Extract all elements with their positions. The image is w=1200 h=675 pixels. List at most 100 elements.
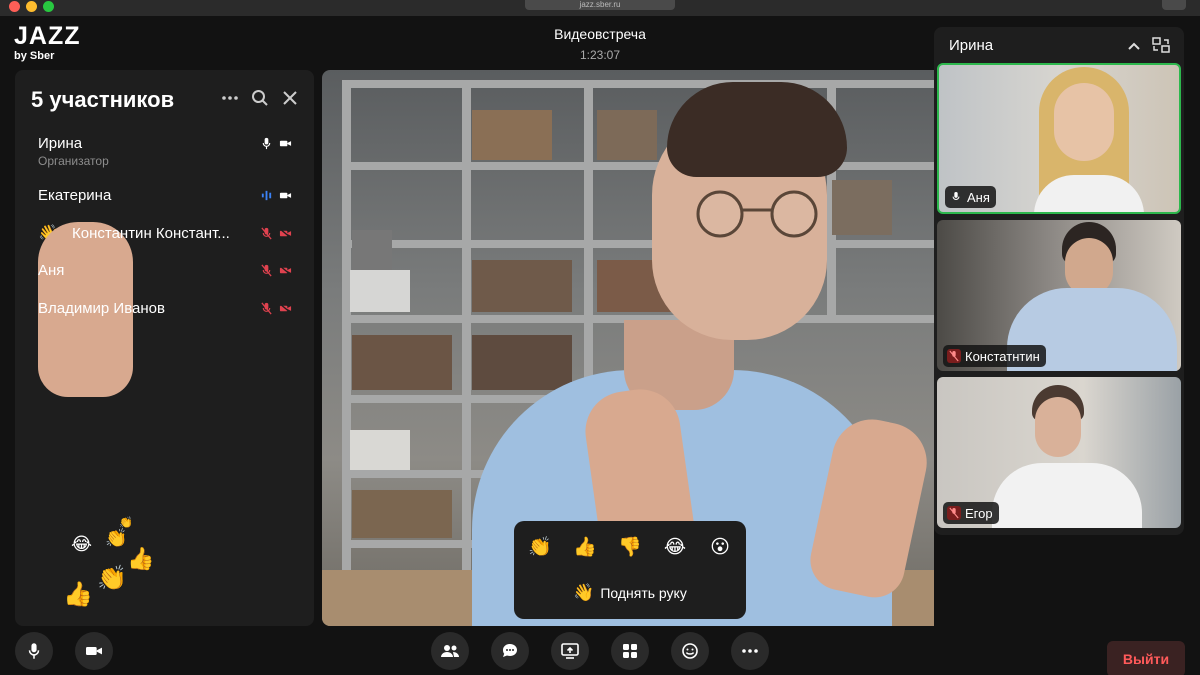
floating-reaction: 👏 xyxy=(105,528,128,548)
side-video-panel: Ирина Аня Констатнтин Егор xyxy=(934,27,1184,535)
books xyxy=(472,260,572,312)
microphone-off-icon xyxy=(261,227,272,239)
microphone-icon xyxy=(262,137,271,150)
tile-label: Констатнтин xyxy=(943,345,1046,367)
video-tile[interactable]: Егор xyxy=(937,377,1181,528)
tile-participant-name: Егор xyxy=(965,505,993,521)
floating-reaction: 👍 xyxy=(63,581,93,608)
speaking-indicator-icon xyxy=(261,190,272,201)
raise-hand-icon: 👋 xyxy=(573,583,595,602)
person-hair xyxy=(667,82,847,177)
participant-row[interactable]: Екатерина xyxy=(15,184,314,222)
camera-icon xyxy=(279,140,292,147)
minimize-window-button[interactable] xyxy=(26,1,37,12)
camera-icon xyxy=(279,192,292,199)
side-panel-header: Ирина xyxy=(949,37,994,54)
raise-hand-button[interactable]: 👋 Поднять руку xyxy=(514,583,746,603)
participant-face xyxy=(1054,83,1114,161)
bookshelf xyxy=(342,162,934,170)
close-window-button[interactable] xyxy=(9,1,20,12)
bookshelf xyxy=(342,80,351,570)
participants-list: Ирина Организатор Екатерина 👋 Константин… xyxy=(15,132,314,397)
participant-status xyxy=(260,189,292,202)
participant-clothes xyxy=(992,463,1142,528)
participant-status xyxy=(260,227,292,240)
zoom-window-button[interactable] xyxy=(43,1,54,12)
reactions-popup: 👏 👍 👎 😂 😮 👋 Поднять руку xyxy=(514,521,746,619)
swap-layout-icon[interactable] xyxy=(1152,37,1170,53)
books xyxy=(352,335,452,390)
reaction-row: 👏 👍 👎 😂 😮 xyxy=(524,535,736,561)
floating-reaction: 👍 xyxy=(127,546,155,571)
bookshelf xyxy=(342,80,934,88)
tile-participant-name: Констатнтин xyxy=(965,348,1040,364)
tile-participant-name: Аня xyxy=(967,189,990,205)
raise-hand-label: Поднять руку xyxy=(600,585,687,601)
books xyxy=(472,335,572,390)
video-tile[interactable]: Аня xyxy=(937,63,1181,214)
screen-share-icon xyxy=(561,643,579,659)
laugh-reaction-button[interactable]: 😂 xyxy=(659,535,691,561)
chat-icon xyxy=(503,644,517,657)
chat-button[interactable] xyxy=(491,632,529,670)
more-button[interactable] xyxy=(731,632,769,670)
participant-status xyxy=(260,137,292,150)
participant-row[interactable]: 👋 Константин Констант... xyxy=(15,221,314,397)
emoji-icon xyxy=(682,643,698,659)
url-bar[interactable]: jazz.sber.ru xyxy=(525,0,675,10)
bookshelf xyxy=(342,240,934,248)
window-action-button[interactable] xyxy=(1162,0,1186,10)
camera-icon xyxy=(86,647,102,655)
floating-reaction: 👏 xyxy=(119,517,133,529)
participant-face xyxy=(1035,397,1081,457)
more-icon xyxy=(742,649,758,653)
camera-button[interactable] xyxy=(75,632,113,670)
microphone-icon xyxy=(949,190,963,204)
panel-actions xyxy=(220,88,300,108)
microphone-off-icon xyxy=(947,506,961,520)
layout-button[interactable] xyxy=(611,632,649,670)
floating-reaction: 😂 xyxy=(71,534,93,554)
storage-box xyxy=(350,430,410,470)
books xyxy=(352,230,392,275)
camera-off-icon xyxy=(279,227,292,239)
microphone-off-icon xyxy=(947,349,961,363)
video-tile[interactable]: Констатнтин xyxy=(937,220,1181,371)
surprised-reaction-button[interactable]: 😮 xyxy=(704,535,736,561)
books xyxy=(832,180,892,235)
participants-button[interactable] xyxy=(431,632,469,670)
more-options-icon[interactable] xyxy=(220,88,240,108)
bookshelf xyxy=(462,80,471,570)
participant-row[interactable]: Ирина Организатор xyxy=(15,132,314,184)
thumbs-up-reaction-button[interactable]: 👍 xyxy=(569,535,601,561)
chevron-up-icon[interactable] xyxy=(1128,37,1140,53)
books xyxy=(597,110,657,160)
microphone-off-icon xyxy=(261,302,272,314)
clap-reaction-button[interactable]: 👏 xyxy=(524,535,556,561)
participant-status xyxy=(260,264,292,277)
window-titlebar: jazz.sber.ru xyxy=(0,0,1200,16)
thumbs-down-reaction-button[interactable]: 👎 xyxy=(614,535,646,561)
participant-row[interactable]: Владимир Иванов xyxy=(15,297,314,335)
participant-status xyxy=(260,302,292,315)
tile-label: Егор xyxy=(943,502,999,524)
close-icon[interactable] xyxy=(280,88,300,108)
microphone-button[interactable] xyxy=(15,632,53,670)
participant-row[interactable]: Аня xyxy=(15,259,314,297)
screen-share-button[interactable] xyxy=(551,632,589,670)
books xyxy=(352,490,452,538)
tile-label: Аня xyxy=(945,186,996,208)
books xyxy=(472,110,552,160)
participants-count-title: 5 участников xyxy=(31,87,175,112)
search-icon[interactable] xyxy=(250,88,270,108)
microphone-off-icon xyxy=(261,264,272,277)
participants-icon xyxy=(441,645,459,657)
leave-button[interactable]: Выйти xyxy=(1107,641,1185,675)
participant-role: Организатор xyxy=(38,154,109,168)
reactions-button[interactable] xyxy=(671,632,709,670)
microphone-icon xyxy=(28,643,40,659)
participants-panel: 5 участников Ирина Организатор Екатерина xyxy=(15,70,314,626)
layout-grid-icon xyxy=(623,644,637,658)
glasses xyxy=(696,190,818,238)
camera-off-icon xyxy=(279,265,292,276)
